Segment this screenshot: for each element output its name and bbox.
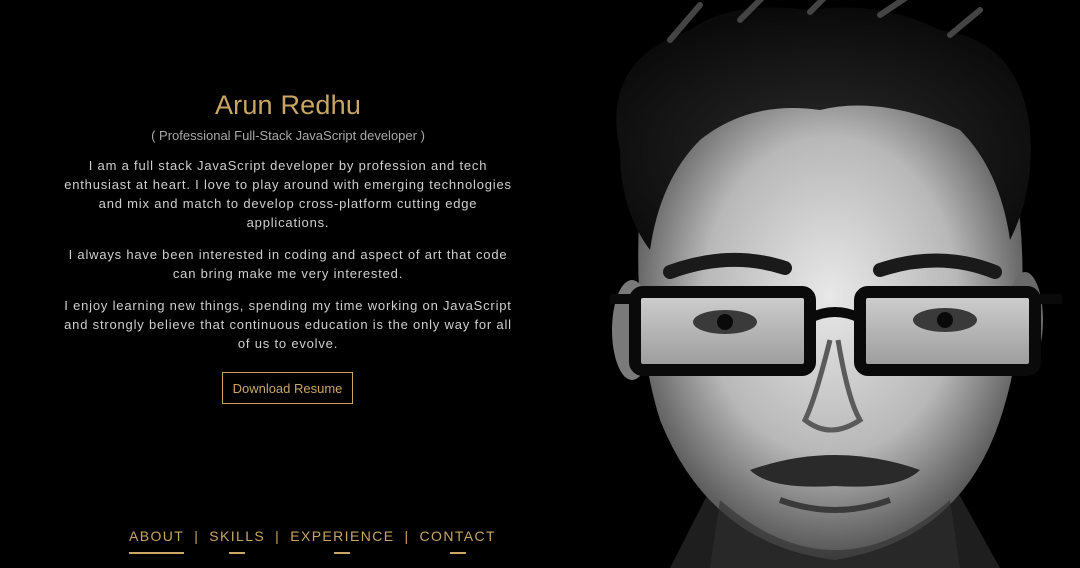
nav-underline xyxy=(449,552,466,554)
nav-separator: | xyxy=(275,528,281,544)
nav-label: SKILLS xyxy=(209,528,266,544)
main-nav: ABOUT | SKILLS | EXPERIENCE | CONTACT xyxy=(129,528,496,554)
nav-separator: | xyxy=(404,528,410,544)
nav-item-skills[interactable]: SKILLS xyxy=(209,528,265,554)
profile-name: Arun Redhu xyxy=(214,90,362,120)
profile-subtitle: ( Professional Full-Stack JavaScript dev… xyxy=(151,128,425,143)
nav-item-experience[interactable]: EXPERIENCE xyxy=(290,528,394,554)
bio-paragraph: I always have been interested in coding … xyxy=(68,247,508,281)
profile-photo xyxy=(580,0,1080,568)
nav-item-about[interactable]: ABOUT xyxy=(129,528,185,554)
nav-label: CONTACT xyxy=(419,528,496,544)
nav-label: ABOUT xyxy=(129,528,185,544)
nav-separator: | xyxy=(194,528,200,544)
intro-panel: Arun Redhu ( Professional Full-Stack Jav… xyxy=(0,0,580,568)
nav-item-contact[interactable]: CONTACT xyxy=(420,528,496,554)
download-resume-button[interactable]: Download Resume xyxy=(222,372,353,404)
portrait-illustration xyxy=(580,0,1080,568)
bio-paragraph: I am a full stack JavaScript developer b… xyxy=(64,158,512,230)
nav-label: EXPERIENCE xyxy=(290,528,395,544)
bio-paragraph: I enjoy learning new things, spending my… xyxy=(64,298,512,351)
nav-underline xyxy=(334,552,351,554)
profile-bio: I am a full stack JavaScript developer b… xyxy=(63,156,513,366)
nav-underline xyxy=(229,552,246,554)
